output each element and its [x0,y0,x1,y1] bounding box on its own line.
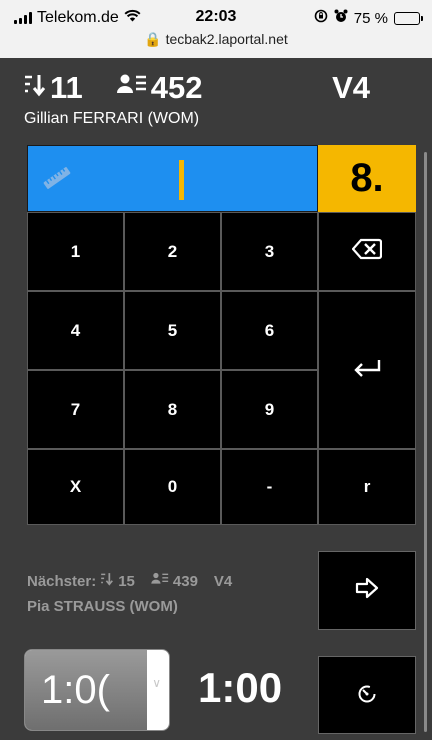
enter-button[interactable] [318,291,416,449]
backspace-button[interactable] [318,212,416,291]
key-9[interactable]: 9 [221,370,318,449]
arrow-right-icon [355,577,379,604]
url-text: tecbak2.laportal.net [165,31,288,47]
text-cursor [179,160,184,200]
battery-percent: 75 % [353,9,388,27]
current-competitor-info: 11 452 [24,70,203,106]
key-3[interactable]: 3 [221,212,318,291]
key-0[interactable]: 0 [124,449,221,525]
status-bar: Telekom.de 22:03 75 % 🔒 tecbak2.laportal… [0,0,432,58]
key-6[interactable]: 6 [221,291,318,370]
key-2[interactable]: 2 [124,212,221,291]
attempt-number: 8. [318,145,416,212]
status-row: Telekom.de 22:03 75 % [0,6,432,30]
ruler-icon [42,166,72,195]
next-order-number: 15 [118,572,135,590]
status-right: 75 % [314,9,423,27]
next-round: V4 [213,572,233,590]
timer-button[interactable] [318,656,416,734]
key-7[interactable]: 7 [27,370,124,449]
key-r[interactable]: r [318,449,416,525]
url-bar[interactable]: 🔒 tecbak2.laportal.net [0,31,432,48]
key-5[interactable]: 5 [124,291,221,370]
alarm-icon [334,9,348,27]
athlete-name: Gillian FERRARI (WOM) [24,110,200,127]
athlete-list-icon [116,73,147,103]
battery-icon [394,11,423,25]
next-competitor-info: Nächster: 15 439 V4 Pia STRAUSS (WOM) [27,572,232,616]
rotation-lock-icon [314,9,328,27]
scrollbar[interactable] [424,152,427,732]
next-athlete-name: Pia STRAUSS (WOM) [27,598,178,615]
result-entry-field[interactable] [27,145,318,212]
key-8[interactable]: 8 [124,370,221,449]
next-order-icon [100,572,114,590]
lock-icon: 🔒 [144,31,162,47]
key-dash[interactable]: - [221,449,318,525]
bib-number: 452 [150,70,203,105]
app-root: Telekom.de 22:03 75 % 🔒 tecbak2.laportal… [0,0,432,740]
next-athlete-icon [151,572,169,590]
enter-icon [353,359,381,382]
next-competitor-row: Nächster: 15 439 V4 [27,572,232,590]
key-1[interactable]: 1 [27,212,124,291]
competitor-header: 11 452 V4 Gillian FERRARI (WOM) [0,58,432,140]
round-label: V4 [332,70,370,105]
next-bib-number: 439 [172,572,198,590]
next-label: Nächster: [27,572,97,590]
key-4[interactable]: 4 [27,291,124,370]
chevron-down-icon: ∨ [152,676,161,690]
timer-display: 1:00 [198,664,283,711]
time-limit-select[interactable]: 1:0( ∨ [24,649,170,731]
time-limit-value: 1:0( [25,650,147,730]
next-competitor-button[interactable] [318,551,416,630]
order-number: 11 [50,70,83,105]
order-sort-icon [24,73,46,103]
key-x[interactable]: X [27,449,124,525]
stopwatch-icon [356,682,378,709]
backspace-icon [351,238,383,265]
